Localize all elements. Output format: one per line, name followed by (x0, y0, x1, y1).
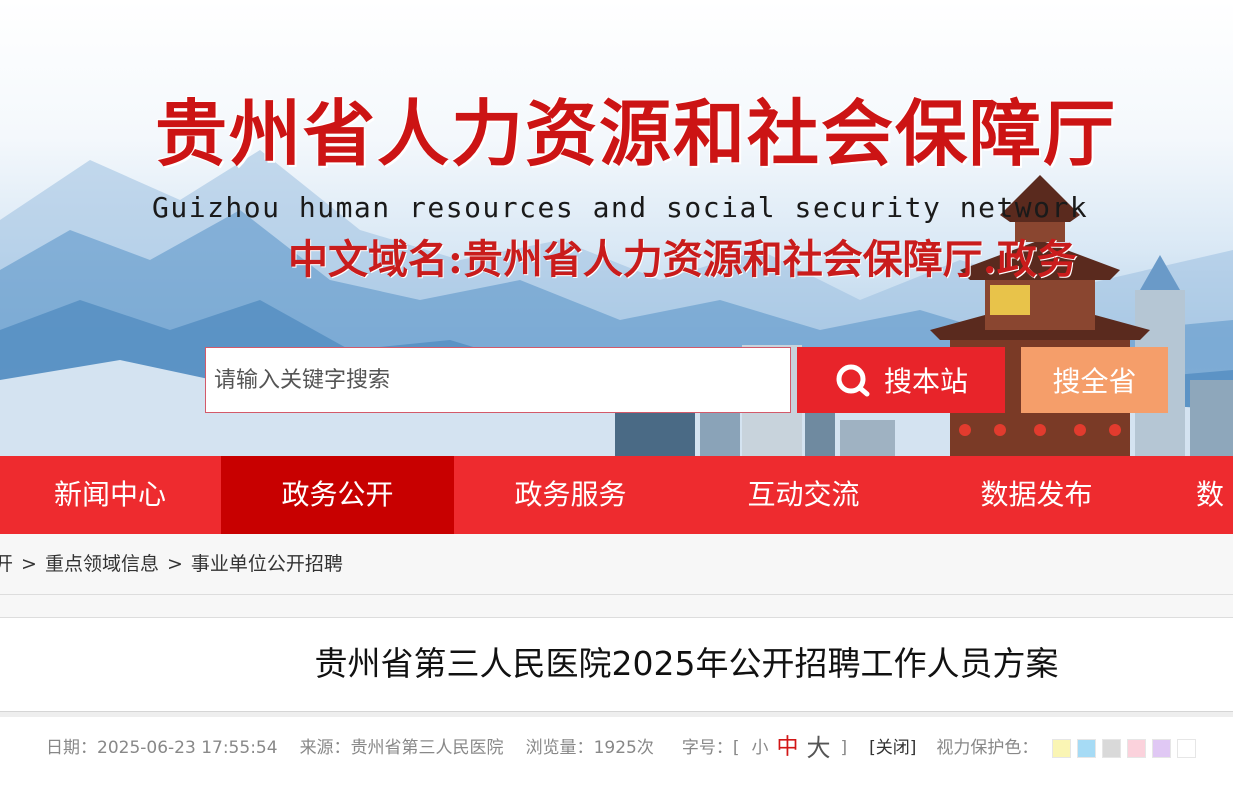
site-title: 贵州省人力资源和社会保障厅 (155, 92, 1118, 176)
nav-item-truncated[interactable]: 数 (1155, 456, 1233, 534)
title-divider (0, 711, 1233, 717)
eye-care-swatch-white[interactable] (1177, 738, 1197, 758)
eye-care-swatch-yellow[interactable] (1052, 738, 1072, 758)
font-bracket-close: ] (840, 738, 848, 758)
font-medium-button[interactable]: 中 (776, 734, 798, 762)
search-box (205, 347, 791, 413)
views-label: 浏览量： (525, 738, 594, 758)
breadcrumb-separator: > (166, 553, 183, 575)
nav-item-gov-affairs[interactable]: 政务公开 (221, 456, 454, 534)
breadcrumb-item-recruitment[interactable]: 事业单位公开招聘 (191, 553, 343, 575)
article-title: 贵州省第三人民医院2025年公开招聘工作人员方案 (0, 618, 1233, 711)
font-large-button[interactable]: 大 (806, 734, 830, 762)
eye-care-swatch-pink[interactable] (1127, 738, 1147, 758)
search-input[interactable] (214, 367, 790, 393)
eye-care-swatch-purple[interactable] (1152, 738, 1172, 758)
main-nav: 新闻中心 政务公开 政务服务 互动交流 数据发布 数 (0, 456, 1233, 534)
nav-item-news[interactable]: 新闻中心 (0, 456, 220, 534)
nav-item-gov-services[interactable]: 政务服务 (454, 456, 687, 534)
site-domain: 中文域名:贵州省人力资源和社会保障厅.政务 (288, 236, 1077, 283)
eye-care-swatch-gray[interactable] (1102, 738, 1122, 758)
breadcrumb-separator: > (21, 553, 37, 575)
section-gap (0, 595, 1233, 618)
breadcrumb: 开 > 重点领域信息 > 事业单位公开招聘 (0, 534, 343, 595)
breadcrumb-item-key-areas[interactable]: 重点领域信息 (45, 553, 159, 575)
search-province-button[interactable]: 搜全省 (1021, 347, 1168, 413)
search-site-label: 搜本站 (883, 365, 968, 398)
nav-item-interaction[interactable]: 互动交流 (687, 456, 920, 534)
date-label: 日期： (46, 738, 97, 758)
article-meta: 日期： 2025-06-23 17:55:54 来源： 贵州省第三人民医院 浏览… (46, 734, 1197, 762)
font-bracket-open: [ (732, 738, 740, 758)
font-size-label: 字号： (681, 738, 733, 758)
views-value: 1925次 (593, 738, 654, 758)
nav-item-data-release[interactable]: 数据发布 (920, 456, 1153, 534)
font-small-button[interactable]: 小 (751, 734, 768, 762)
search-icon (836, 364, 870, 397)
search-site-button[interactable]: 搜本站 (797, 347, 1005, 413)
header-banner: 贵州省人力资源和社会保障厅 Guizhou human resources an… (0, 0, 1233, 456)
page: 贵州省人力资源和社会保障厅 Guizhou human resources an… (0, 0, 1233, 785)
close-button[interactable]: [关闭] (869, 734, 916, 762)
source-label: 来源： (299, 738, 351, 758)
site-subtitle: Guizhou human resources and social secur… (152, 191, 1089, 224)
eye-care-swatch-blue[interactable] (1077, 738, 1097, 758)
breadcrumb-bar: 开 > 重点领域信息 > 事业单位公开招聘 (0, 534, 1233, 595)
eye-care-label: 视力保护色： (936, 738, 1039, 758)
breadcrumb-item-gov-open[interactable]: 开 (0, 553, 13, 575)
date-value: 2025-06-23 17:55:54 (97, 738, 278, 758)
source-value: 贵州省第三人民医院 (350, 738, 504, 758)
